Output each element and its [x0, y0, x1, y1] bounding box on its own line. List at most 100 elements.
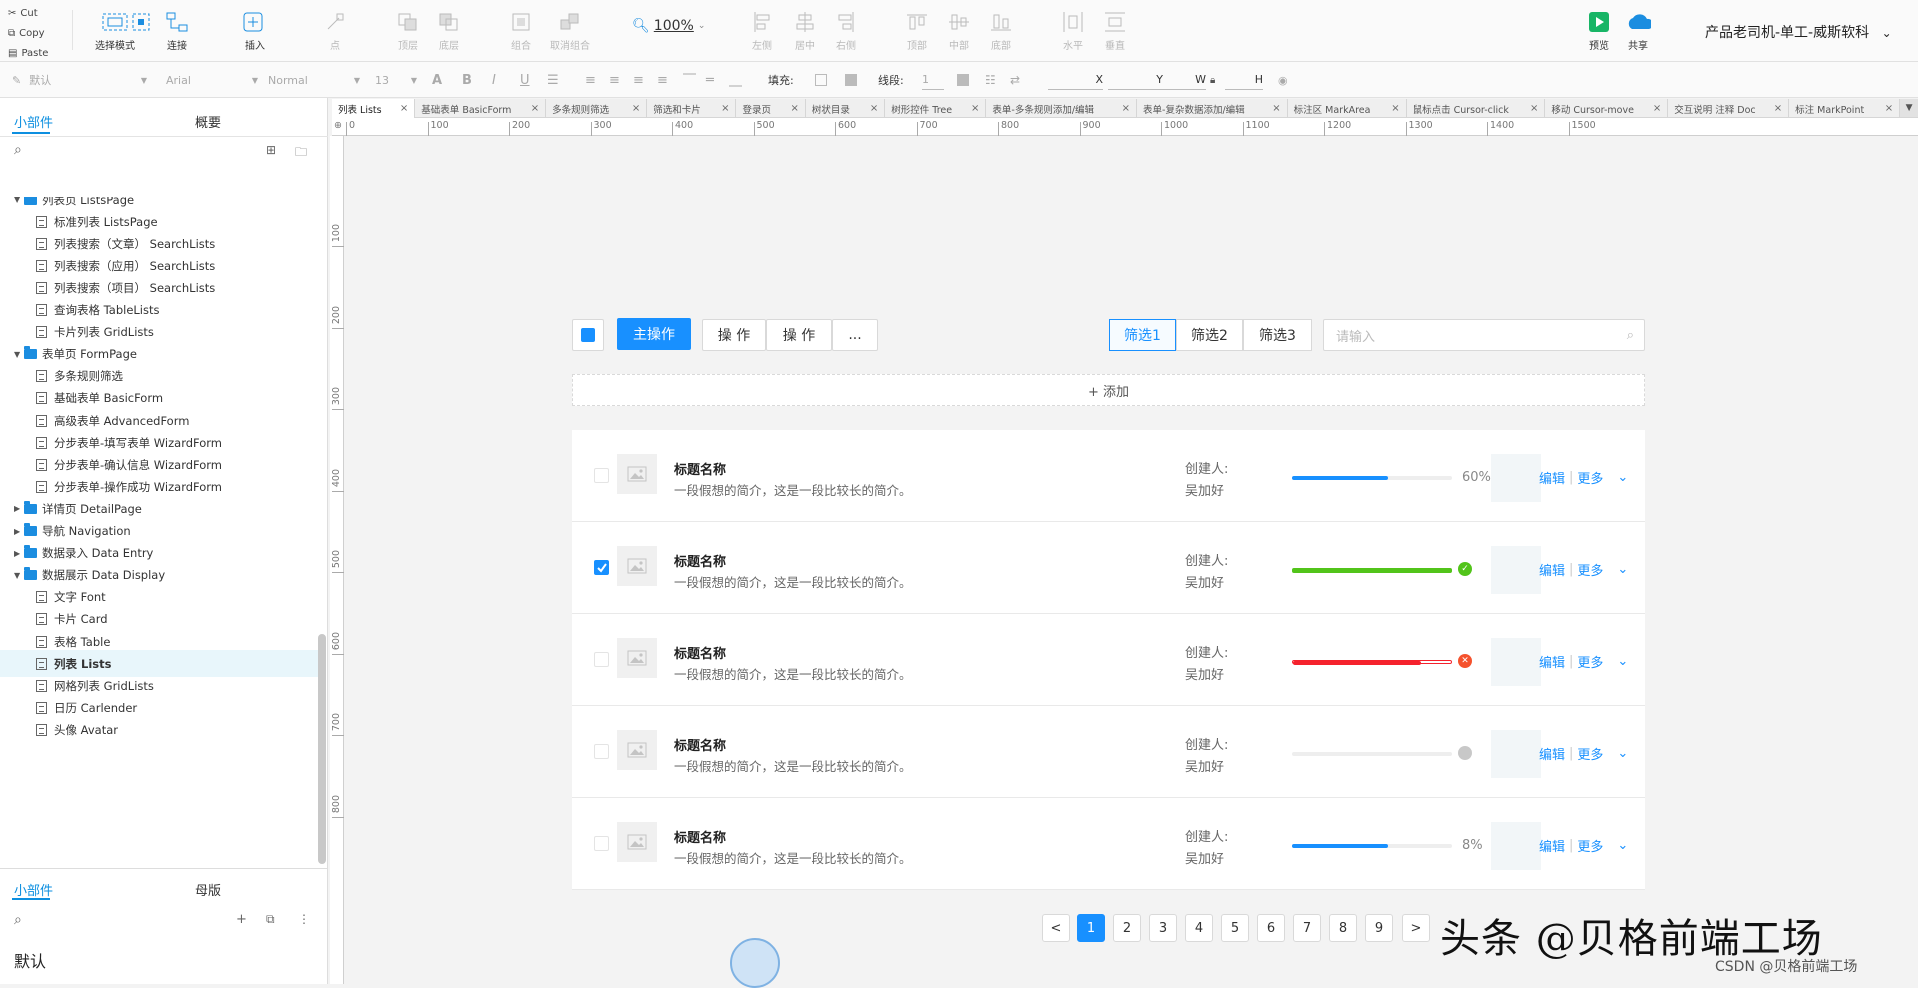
add-item-button[interactable]: + 添加: [572, 374, 1645, 406]
bring-top-button[interactable]: 顶层: [395, 10, 421, 52]
tree-page[interactable]: 头像 Avatar: [0, 716, 318, 743]
library-select[interactable]: 默认: [14, 948, 46, 972]
close-icon[interactable]: ×: [1885, 103, 1893, 114]
page-number-button[interactable]: 4: [1185, 914, 1213, 942]
cut-button[interactable]: ✂ Cut: [8, 4, 68, 24]
edit-link[interactable]: 编辑: [1539, 560, 1565, 579]
page-number-button[interactable]: 1: [1077, 914, 1105, 942]
caret-down-icon[interactable]: ▼: [14, 571, 24, 580]
page-number-button[interactable]: 6: [1257, 914, 1285, 942]
next-page-button[interactable]: >: [1402, 914, 1430, 942]
more-link[interactable]: 更多: [1577, 744, 1603, 763]
fill-color-swatch[interactable]: [815, 74, 827, 86]
close-icon[interactable]: ×: [791, 103, 799, 114]
ungroup-button[interactable]: 取消组合: [550, 10, 590, 52]
text-align-left-icon[interactable]: ≡: [585, 70, 596, 90]
more-link[interactable]: 更多: [1577, 560, 1603, 579]
x-field[interactable]: X: [1048, 70, 1103, 90]
distribute-horizontal-button[interactable]: 水平: [1060, 10, 1086, 52]
close-icon[interactable]: ×: [1530, 103, 1538, 114]
share-button[interactable]: 共享: [1625, 10, 1651, 52]
align-left-button[interactable]: 左侧: [749, 10, 775, 52]
bullet-list-icon[interactable]: ☰: [547, 70, 559, 90]
edit-link[interactable]: 编辑: [1539, 652, 1565, 671]
line-color-swatch[interactable]: [957, 74, 969, 86]
tab-widgets-bottom[interactable]: 小部件: [14, 880, 53, 899]
primary-action-button[interactable]: 主操作: [617, 318, 691, 350]
bold-icon[interactable]: B: [462, 70, 472, 90]
doc-tab[interactable]: 基础表单 BasicForm ×: [415, 99, 547, 118]
filter-3[interactable]: 筛选3: [1243, 319, 1312, 351]
doc-tab[interactable]: 鼠标点击 Cursor-click ×: [1407, 99, 1546, 118]
edit-link[interactable]: 编辑: [1539, 468, 1565, 487]
doc-tab[interactable]: 树形控件 Tree ×: [885, 99, 987, 118]
close-icon[interactable]: ×: [1653, 103, 1661, 114]
tab-masters[interactable]: 母版: [195, 880, 221, 899]
text-align-center-icon[interactable]: ≡: [609, 70, 620, 90]
doc-tab[interactable]: 登录页 ×: [736, 99, 806, 118]
line-style-icon[interactable]: ☷: [985, 70, 996, 90]
line-arrow-icon[interactable]: ⇄: [1010, 70, 1020, 90]
doc-tab[interactable]: 交互说明 注释 Doc ×: [1668, 99, 1790, 118]
copy-button[interactable]: ⧉ Copy: [8, 24, 68, 44]
weight-select[interactable]: Normal ▼: [268, 70, 360, 90]
select-all-checkbox[interactable]: [572, 319, 604, 351]
search-icon[interactable]: ⌕: [14, 912, 22, 928]
add-folder-icon[interactable]: 🗀: [295, 143, 307, 164]
add-library-icon[interactable]: +: [236, 912, 247, 927]
row-checkbox[interactable]: [594, 468, 609, 483]
align-middle-button[interactable]: 中部: [946, 10, 972, 52]
tab-widgets[interactable]: 小部件: [14, 112, 53, 131]
chevron-down-icon[interactable]: ⌄: [1617, 838, 1628, 853]
valign-top-icon[interactable]: ⎺: [683, 70, 696, 90]
connect-button[interactable]: 连接: [164, 10, 190, 52]
chevron-down-icon[interactable]: ⌄: [1617, 746, 1628, 761]
page-number-button[interactable]: 9: [1365, 914, 1393, 942]
tab-outline[interactable]: 概要: [195, 112, 221, 131]
font-color-icon[interactable]: A: [432, 70, 442, 90]
h-field[interactable]: H: [1225, 70, 1263, 90]
action-button-2[interactable]: 操 作: [766, 319, 832, 351]
insert-button[interactable]: 插入: [242, 10, 268, 52]
visibility-icon[interactable]: ◉: [1278, 70, 1288, 90]
page-number-button[interactable]: 7: [1293, 914, 1321, 942]
edit-link[interactable]: 编辑: [1539, 744, 1565, 763]
w-field[interactable]: W: [1163, 70, 1206, 90]
more-actions-button[interactable]: ...: [832, 319, 878, 351]
font-select[interactable]: Arial ▼: [166, 70, 258, 90]
search-input[interactable]: 请输入 ⌕: [1323, 319, 1645, 351]
y-field[interactable]: Y: [1108, 70, 1163, 90]
doc-tab[interactable]: 多条规则筛选 ×: [546, 99, 648, 118]
lock-icon[interactable]: 🔒︎: [1210, 70, 1215, 90]
preview-button[interactable]: 预览: [1586, 10, 1612, 52]
more-link[interactable]: 更多: [1577, 836, 1603, 855]
doc-tab[interactable]: 标注区 MarkArea ×: [1288, 99, 1407, 118]
more-link[interactable]: 更多: [1577, 468, 1603, 487]
more-options-icon[interactable]: ⋮: [298, 912, 310, 926]
library-icon[interactable]: ⧉: [266, 912, 275, 927]
close-icon[interactable]: ×: [531, 103, 539, 114]
caret-right-icon[interactable]: ▶: [14, 504, 24, 513]
close-icon[interactable]: ×: [971, 103, 979, 114]
valign-bottom-icon[interactable]: ⎽: [729, 70, 742, 90]
caret-right-icon[interactable]: ▶: [14, 527, 24, 536]
close-icon[interactable]: ×: [870, 103, 878, 114]
tab-list-dropdown-icon[interactable]: ▼: [1900, 99, 1918, 117]
select-mode-alt-button[interactable]: [128, 10, 154, 37]
filter-2[interactable]: 筛选2: [1176, 319, 1243, 351]
close-icon[interactable]: ×: [721, 103, 729, 114]
action-button-1[interactable]: 操 作: [702, 319, 766, 351]
text-justify-icon[interactable]: ≡: [657, 70, 668, 90]
add-page-icon[interactable]: ⊞: [266, 143, 276, 157]
chevron-down-icon[interactable]: ⌄: [1617, 562, 1628, 577]
doc-tab[interactable]: 列表 Lists ×: [332, 99, 416, 118]
underline-icon[interactable]: U: [520, 70, 530, 90]
caret-down-icon[interactable]: ▼: [14, 350, 24, 359]
align-top-button[interactable]: 顶部: [904, 10, 930, 52]
doc-tab[interactable]: 标注 MarkPoint ×: [1789, 99, 1901, 118]
send-bottom-button[interactable]: 底层: [436, 10, 462, 52]
chevron-down-icon[interactable]: ⌄: [1617, 654, 1628, 669]
align-center-button[interactable]: 居中: [792, 10, 818, 52]
prev-page-button[interactable]: <: [1042, 914, 1070, 942]
search-icon[interactable]: ⌕: [14, 142, 22, 158]
